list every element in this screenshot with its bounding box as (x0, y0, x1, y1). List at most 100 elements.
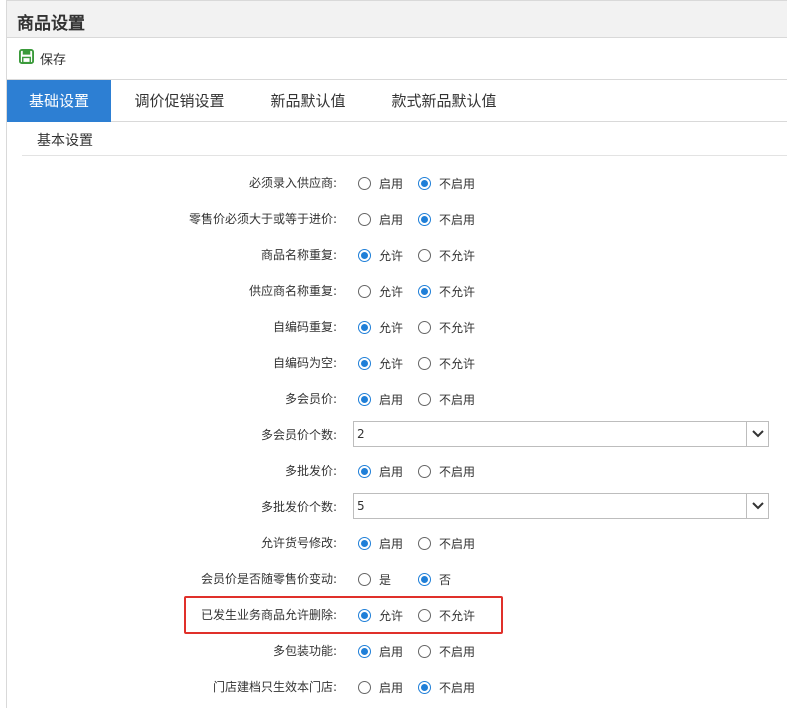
radio-option[interactable]: 不允许 (418, 247, 475, 264)
radio-label: 不启用 (439, 465, 476, 479)
radio-checked-icon (358, 537, 371, 550)
radio-option[interactable]: 启用 (358, 211, 403, 228)
count-select[interactable]: 5 (353, 493, 769, 519)
radio-label: 启用 (379, 681, 404, 695)
setting-label: 商品名称重复: (260, 248, 337, 262)
setting-row: 门店建档只生效本门店: 启用 不启用 (0, 669, 787, 705)
select-value: 2 (357, 427, 365, 441)
radio-checked-icon (358, 645, 371, 658)
radio-label: 不启用 (439, 177, 476, 191)
setting-label: 多包装功能: (272, 644, 337, 658)
radio-checked-icon (418, 681, 431, 694)
radio-option[interactable]: 不启用 (418, 211, 475, 228)
radio-label: 不启用 (439, 393, 476, 407)
radio-option[interactable]: 启用 (358, 643, 403, 660)
setting-row: 必须录入供应商: 启用 不启用 (0, 165, 787, 201)
radio-option[interactable]: 不启用 (418, 679, 475, 696)
radio-label: 允许 (379, 249, 404, 263)
radio-unchecked-icon (418, 465, 431, 478)
radio-unchecked-icon (358, 213, 371, 226)
radio-label: 不允许 (439, 285, 476, 299)
setting-row: 商品名称重复: 允许 不允许 (0, 237, 787, 273)
setting-row: 自编码重复: 允许 不允许 (0, 309, 787, 345)
tab-new-product-defaults[interactable]: 新品默认值 (256, 80, 360, 122)
radio-checked-icon (358, 393, 371, 406)
radio-checked-icon (418, 573, 431, 586)
radio-option[interactable]: 允许 (358, 355, 403, 372)
radio-option[interactable]: 不允许 (418, 283, 475, 300)
chevron-down-icon[interactable] (746, 494, 768, 518)
setting-row: 多包装功能: 启用 不启用 (0, 633, 787, 669)
radio-option[interactable]: 是 (358, 571, 391, 588)
radio-option[interactable]: 否 (418, 571, 451, 588)
radio-option[interactable]: 启用 (358, 391, 403, 408)
highlight-box (184, 596, 503, 634)
radio-option[interactable]: 不启用 (418, 175, 475, 192)
radio-option[interactable]: 允许 (358, 283, 403, 300)
chevron-down-icon[interactable] (746, 422, 768, 446)
radio-label: 允许 (379, 285, 404, 299)
setting-label: 多会员价个数: (260, 428, 337, 442)
radio-option[interactable]: 不允许 (418, 319, 475, 336)
radio-label: 启用 (379, 393, 404, 407)
radio-label: 不启用 (439, 537, 476, 551)
tab-style-new-product-defaults[interactable]: 款式新品默认值 (377, 80, 511, 122)
radio-option[interactable]: 不启用 (418, 391, 475, 408)
radio-label: 是 (379, 573, 392, 587)
radio-checked-icon (358, 465, 371, 478)
radio-option[interactable]: 启用 (358, 535, 403, 552)
section-header: 基本设置 (22, 122, 787, 156)
radio-label: 允许 (379, 321, 404, 335)
radio-label: 否 (439, 573, 452, 587)
setting-label: 多批发价: (284, 464, 337, 478)
radio-unchecked-icon (418, 537, 431, 550)
radio-checked-icon (358, 249, 371, 262)
radio-option[interactable]: 不启用 (418, 535, 475, 552)
count-select[interactable]: 2 (353, 421, 769, 447)
save-button[interactable]: 保存 (19, 48, 66, 68)
radio-checked-icon (418, 213, 431, 226)
radio-option[interactable]: 启用 (358, 679, 403, 696)
radio-checked-icon (358, 321, 371, 334)
section-title: 基本设置 (37, 133, 93, 149)
radio-label: 启用 (379, 537, 404, 551)
radio-label: 不启用 (439, 213, 476, 227)
radio-option[interactable]: 不启用 (418, 463, 475, 480)
radio-checked-icon (418, 177, 431, 190)
radio-unchecked-icon (358, 285, 371, 298)
tab-price-promotion[interactable]: 调价促销设置 (120, 80, 239, 122)
radio-unchecked-icon (418, 357, 431, 370)
radio-option[interactable]: 不允许 (418, 355, 475, 372)
radio-unchecked-icon (418, 321, 431, 334)
radio-option[interactable]: 允许 (358, 319, 403, 336)
radio-label: 启用 (379, 465, 404, 479)
radio-option[interactable]: 启用 (358, 175, 403, 192)
setting-row: 多会员价个数: 2 (0, 417, 787, 453)
setting-row: 会员价是否随零售价变动: 是 否 (0, 561, 787, 597)
radio-unchecked-icon (418, 645, 431, 658)
page-title: 商品设置 (17, 14, 85, 34)
radio-label: 启用 (379, 177, 404, 191)
radio-checked-icon (418, 285, 431, 298)
setting-row: 多批发价: 启用 不启用 (0, 453, 787, 489)
setting-label: 门店建档只生效本门店: (212, 680, 337, 694)
setting-label: 允许货号修改: (260, 536, 337, 550)
radio-label: 启用 (379, 645, 404, 659)
radio-option[interactable]: 启用 (358, 463, 403, 480)
radio-unchecked-icon (358, 573, 371, 586)
setting-row: 供应商名称重复: 允许 不允许 (0, 273, 787, 309)
toolbar: 保存 (6, 38, 787, 80)
radio-option[interactable]: 允许 (358, 247, 403, 264)
radio-label: 不启用 (439, 681, 476, 695)
radio-label: 不允许 (439, 357, 476, 371)
tab-basic-settings[interactable]: 基础设置 (7, 80, 111, 122)
setting-label: 多会员价: (284, 392, 337, 406)
setting-row: 允许货号修改: 启用 不启用 (0, 525, 787, 561)
tab-bar: 基础设置 调价促销设置 新品默认值 款式新品默认值 (6, 80, 787, 122)
setting-label: 自编码为空: (272, 356, 337, 370)
save-label: 保存 (40, 52, 67, 68)
radio-label: 不允许 (439, 249, 476, 263)
radio-option[interactable]: 不启用 (418, 643, 475, 660)
setting-label: 供应商名称重复: (248, 284, 337, 298)
radio-unchecked-icon (418, 249, 431, 262)
